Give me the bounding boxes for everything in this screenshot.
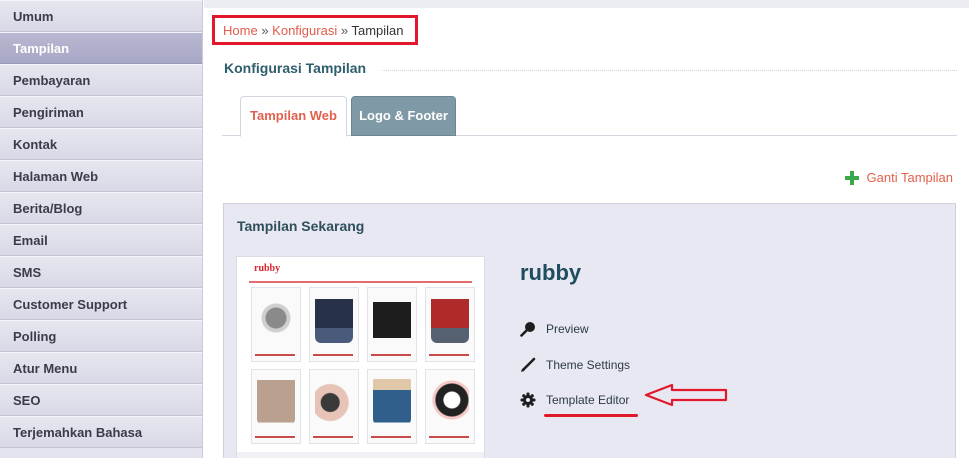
template-editor-label: Template Editor xyxy=(546,393,630,407)
thumbnail-product xyxy=(367,369,417,444)
thumbnail-nav xyxy=(249,279,472,283)
thumbnail-product xyxy=(367,287,417,362)
page-title: Konfigurasi Tampilan xyxy=(224,60,367,76)
theme-thumbnail: rubby xyxy=(236,256,485,458)
plus-icon xyxy=(844,170,859,185)
pencil-icon xyxy=(521,357,536,372)
sidebar-item-polling[interactable]: Polling xyxy=(0,320,202,352)
breadcrumb-separator: » xyxy=(340,23,349,38)
sidebar-item-berita-blog[interactable]: Berita/Blog xyxy=(0,192,202,224)
sidebar-item-tampilan[interactable]: Tampilan xyxy=(0,32,202,64)
sidebar-item-kontak[interactable]: Kontak xyxy=(0,128,202,160)
ganti-tampilan-link[interactable]: Ganti Tampilan xyxy=(844,170,953,185)
thumbnail-product xyxy=(251,287,301,362)
sidebar-item-pengiriman[interactable]: Pengiriman xyxy=(0,96,202,128)
gear-icon xyxy=(520,392,536,408)
theme-settings-label: Theme Settings xyxy=(546,358,631,372)
sidebar-item-terjemahkan-bahasa[interactable]: Terjemahkan Bahasa xyxy=(0,416,202,448)
preview-action[interactable]: Preview xyxy=(520,321,589,337)
thumbnail-footer xyxy=(237,452,484,458)
sidebar-item-pembayaran[interactable]: Pembayaran xyxy=(0,64,202,96)
thumbnail-product xyxy=(425,287,475,362)
breadcrumb-current: Tampilan xyxy=(351,23,404,38)
thumbnail-product xyxy=(309,287,359,362)
current-theme-panel: Tampilan Sekarang rubby rubby Preview Th… xyxy=(223,203,956,458)
breadcrumb-separator: » xyxy=(261,23,269,38)
annotation-underline xyxy=(544,414,638,417)
thumbnail-product xyxy=(309,369,359,444)
thumbnail-product xyxy=(425,369,475,444)
tab-tampilan-web[interactable]: Tampilan Web xyxy=(240,96,347,137)
sidebar-item-seo[interactable]: SEO xyxy=(0,384,202,416)
sidebar-item-email[interactable]: Email xyxy=(0,224,202,256)
sidebar: Umum Tampilan Pembayaran Pengiriman Kont… xyxy=(0,0,203,458)
theme-settings-action[interactable]: Theme Settings xyxy=(520,357,630,373)
current-theme-heading: Tampilan Sekarang xyxy=(237,218,365,234)
sidebar-item-umum[interactable]: Umum xyxy=(0,0,202,32)
sidebar-item-sms[interactable]: SMS xyxy=(0,256,202,288)
sidebar-item-customer-support[interactable]: Customer Support xyxy=(0,288,202,320)
thumbnail-product-grid xyxy=(251,287,475,444)
theme-name: rubby xyxy=(520,260,582,285)
annotation-arrow-icon xyxy=(644,384,728,407)
main-content: Home » Konfigurasi » Tampilan Konfiguras… xyxy=(204,0,969,458)
thumbnail-logo: rubby xyxy=(254,263,281,274)
breadcrumb-home-link[interactable]: Home xyxy=(223,23,258,38)
template-editor-action[interactable]: Template Editor xyxy=(520,392,629,408)
ganti-tampilan-label: Ganti Tampilan xyxy=(866,170,953,185)
tab-bar: Tampilan Web Logo & Footer xyxy=(222,96,957,137)
sidebar-item-halaman-web[interactable]: Halaman Web xyxy=(0,160,202,192)
tab-logo-footer[interactable]: Logo & Footer xyxy=(351,96,456,136)
thumbnail-product xyxy=(251,369,301,444)
sidebar-item-atur-menu[interactable]: Atur Menu xyxy=(0,352,202,384)
breadcrumb-konfigurasi-link[interactable]: Konfigurasi xyxy=(272,23,337,38)
preview-label: Preview xyxy=(546,322,589,336)
breadcrumb: Home » Konfigurasi » Tampilan xyxy=(212,15,418,45)
magnifier-icon xyxy=(520,322,535,337)
title-divider xyxy=(382,70,957,71)
